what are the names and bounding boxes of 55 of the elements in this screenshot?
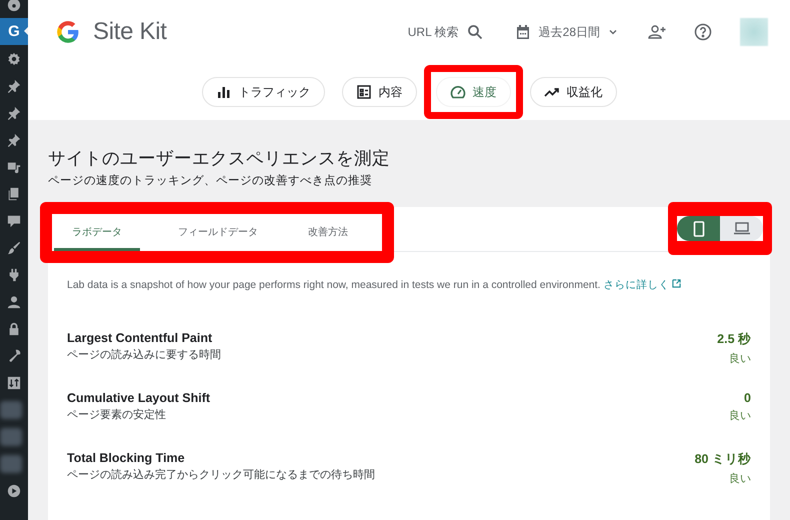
google-logo — [55, 19, 81, 45]
nav-tab[interactable]: 内容 — [342, 77, 416, 107]
gauge-icon — [450, 84, 466, 100]
pin-icon — [7, 106, 21, 120]
metric-value: 80 ミリ秒 — [694, 451, 751, 468]
metric-rating: 良い — [729, 408, 751, 423]
search-icon — [466, 24, 483, 40]
blurred-icon — [0, 400, 22, 418]
external-link-icon — [672, 279, 682, 288]
date-range-dropdown[interactable]: 過去28日間 — [514, 24, 618, 40]
nav-tab[interactable]: トラフィック — [202, 77, 324, 107]
blurred-icon — [0, 454, 22, 472]
wrench-icon — [7, 348, 21, 362]
user-icon — [7, 294, 21, 308]
description-text: Lab data is a snapshot of how your page performs right now, measured in tests we run in a controlled environment. さらに詳しく — [48, 252, 770, 312]
blurred-icon — [0, 428, 22, 446]
plug-icon — [7, 268, 21, 282]
sort-icon — [7, 376, 21, 390]
comment-icon — [7, 214, 21, 228]
logo-text: Site Kit — [93, 18, 167, 46]
calendar-icon — [514, 24, 531, 40]
phone-icon — [692, 220, 704, 236]
nav-tab[interactable]: 速度 — [436, 77, 510, 107]
sidebar-item[interactable]: G — [0, 18, 28, 45]
chevron-down-icon — [608, 27, 618, 37]
page-subtitle: ページの速度のトラッキング、ページの改善すべき点の推奨 — [48, 173, 373, 188]
metric-description: ページの読み込みに要する時間 — [67, 348, 221, 362]
help-icon[interactable] — [694, 23, 712, 41]
metric-name: Total Blocking Time — [67, 451, 185, 465]
laptop-icon — [732, 222, 750, 235]
gear-icon — [7, 52, 21, 66]
metric-name: Cumulative Layout Shift — [67, 391, 210, 405]
list-icon — [356, 84, 372, 100]
brush-icon — [7, 240, 21, 254]
pin-icon — [7, 78, 21, 92]
play-icon — [7, 484, 21, 498]
device-toggle[interactable] — [677, 216, 763, 241]
metric-rating: 良い — [729, 352, 751, 366]
metric-rating: 良い — [729, 472, 751, 486]
lock-icon — [7, 322, 21, 336]
metric-value: 0 — [744, 391, 751, 405]
metric-description: ページ要素の安定性 — [67, 408, 166, 422]
device-button[interactable] — [677, 216, 720, 241]
pages-icon — [7, 186, 21, 200]
metric-value: 2.5 秒 — [717, 331, 751, 348]
url-search-button[interactable]: URL 検索 — [408, 24, 483, 40]
metric-description: ページの読み込み完了からクリック可能になるまでの待ち時間 — [67, 468, 375, 482]
pin-icon — [7, 132, 21, 146]
media-icon — [7, 160, 21, 174]
metric-name: Largest Contentful Paint — [67, 331, 212, 345]
learn-more-link[interactable]: さらに詳しく — [603, 279, 682, 291]
add-user-icon[interactable] — [648, 24, 666, 40]
nav-tab[interactable]: 収益化 — [530, 77, 616, 107]
bar-chart-icon — [216, 84, 232, 100]
page-title: サイトのユーザーエクスペリエンスを測定 — [48, 147, 391, 170]
